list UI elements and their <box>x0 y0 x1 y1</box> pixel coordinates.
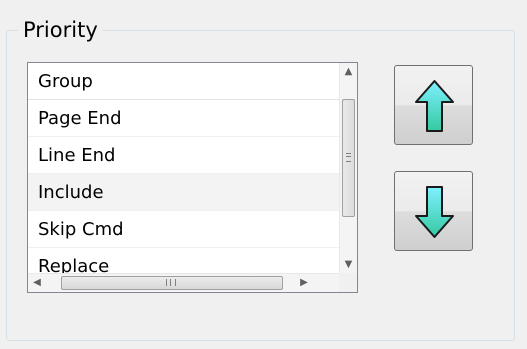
arrow-down-icon <box>415 186 454 238</box>
arrow-up-icon <box>415 80 454 132</box>
move-down-button[interactable] <box>394 171 473 251</box>
list-rows: Group Page End Line End Include Skip Cmd… <box>28 63 339 285</box>
list-item[interactable]: Line End <box>28 137 339 174</box>
scroll-up-button[interactable]: ▲ <box>340 63 357 81</box>
horizontal-scrollbar[interactable]: ◀ ▶ <box>28 273 339 292</box>
vertical-scrollbar[interactable]: ▲ ▼ <box>339 63 357 274</box>
priority-listbox[interactable]: Group Page End Line End Include Skip Cmd… <box>27 62 358 293</box>
priority-groupbox-title: Priority <box>18 17 103 43</box>
list-item[interactable]: Include <box>28 174 339 211</box>
list-item[interactable]: Page End <box>28 100 339 137</box>
vertical-scroll-thumb[interactable] <box>342 99 355 217</box>
scrollbar-corner <box>339 273 357 292</box>
move-up-button[interactable] <box>394 65 473 145</box>
grip-icon <box>166 279 176 286</box>
horizontal-scroll-thumb[interactable] <box>61 276 283 290</box>
scroll-left-button[interactable]: ◀ <box>28 274 46 292</box>
grip-icon <box>346 153 351 162</box>
scroll-down-button[interactable]: ▼ <box>340 256 357 274</box>
scroll-right-button[interactable]: ▶ <box>295 274 313 292</box>
list-item[interactable]: Skip Cmd <box>28 211 339 248</box>
list-header-group[interactable]: Group <box>28 63 339 100</box>
